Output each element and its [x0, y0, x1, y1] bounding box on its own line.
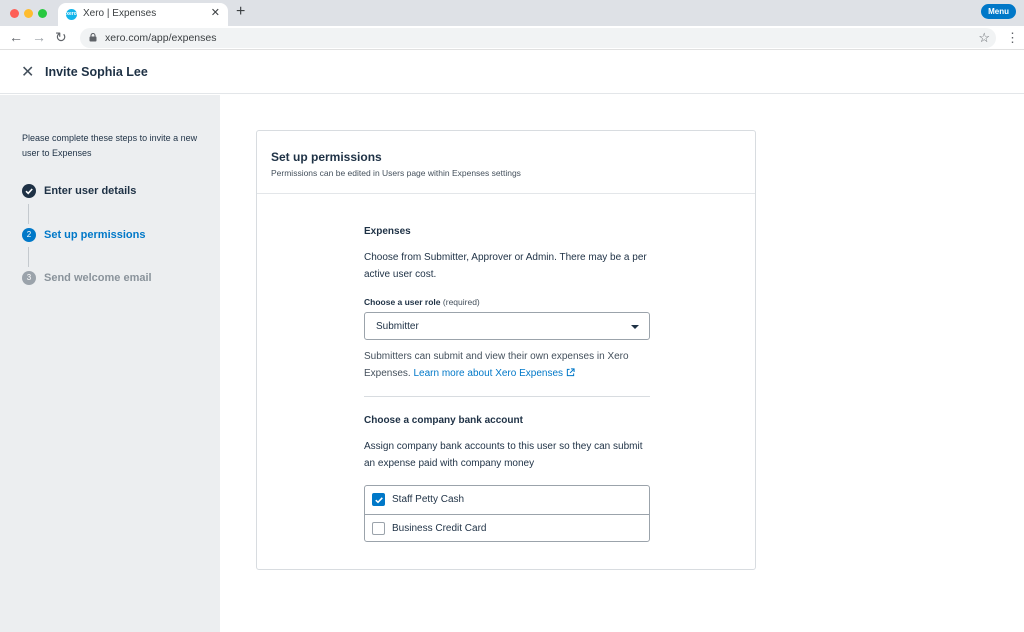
role-field-label: Choose a user role (required)	[364, 297, 480, 307]
learn-more-link[interactable]: Learn more about Xero Expenses	[413, 368, 575, 379]
business-credit-card-checkbox[interactable]	[372, 522, 385, 535]
bank-description: Assign company bank accounts to this use…	[364, 441, 643, 469]
required-indicator: (required)	[442, 297, 480, 307]
browser-toolbar: ← → ↻ xero.com/app/expenses ☆ ⋮	[0, 26, 1024, 50]
bank-account-option[interactable]: Business Credit Card	[365, 514, 649, 542]
bank-account-list: Staff Petty Cash Business Credit Card	[364, 485, 650, 542]
minimize-window-button[interactable]	[24, 9, 33, 18]
step-label: Enter user details	[44, 185, 137, 197]
expenses-description: Choose from Submitter, Approver or Admin…	[364, 252, 647, 280]
step-complete-check-icon	[22, 184, 36, 198]
check-icon	[375, 497, 383, 504]
tab-title: Xero | Expenses	[83, 8, 157, 19]
reload-icon[interactable]: ↻	[55, 29, 67, 46]
menu-button[interactable]: Menu	[981, 4, 1016, 19]
maximize-window-button[interactable]	[38, 9, 47, 18]
address-bar[interactable]: xero.com/app/expenses ☆	[80, 28, 996, 48]
role-label-text: Choose a user role	[364, 297, 441, 307]
learn-more-label: Learn more about Xero Expenses	[413, 368, 564, 379]
forward-arrow-icon[interactable]: →	[32, 29, 46, 45]
bank-account-label: Business Credit Card	[392, 523, 487, 534]
user-role-value: Submitter	[376, 321, 419, 332]
step-label: Set up permissions	[44, 229, 146, 241]
permissions-card: Set up permissions Permissions can be ed…	[256, 130, 756, 570]
step-number: 3	[22, 271, 36, 285]
step-connector	[28, 247, 29, 267]
caret-down-icon	[631, 325, 639, 329]
step-label: Send welcome email	[44, 272, 152, 284]
section-divider	[364, 396, 650, 397]
app-header: ✕ Invite Sophia Lee	[0, 51, 1024, 94]
new-tab-icon[interactable]: +	[236, 3, 245, 21]
browser-tab[interactable]: xero Xero | Expenses ✕	[58, 3, 228, 26]
steps-sidebar: Please complete these steps to invite a …	[0, 95, 220, 632]
card-header: Set up permissions Permissions can be ed…	[257, 131, 755, 194]
browser-titlebar: xero Xero | Expenses ✕ + Menu	[0, 0, 1024, 26]
bank-account-option[interactable]: Staff Petty Cash	[365, 486, 649, 514]
user-role-select[interactable]: Submitter	[364, 312, 650, 340]
role-helper-text: Submitters can submit and view their own…	[364, 348, 654, 382]
browser-menu-icon[interactable]: ⋮	[1006, 30, 1019, 46]
url-text: xero.com/app/expenses	[105, 32, 217, 44]
back-arrow-icon[interactable]: ←	[9, 29, 23, 45]
card-title: Set up permissions	[271, 150, 382, 164]
expenses-section-title: Expenses	[364, 226, 411, 237]
external-link-icon	[566, 368, 575, 377]
sidebar-intro: Please complete these steps to invite a …	[22, 133, 198, 158]
step-connector	[28, 204, 29, 224]
page-title: Invite Sophia Lee	[45, 65, 148, 79]
bank-account-label: Staff Petty Cash	[392, 494, 465, 505]
card-subtitle: Permissions can be edited in Users page …	[271, 168, 521, 178]
close-window-button[interactable]	[10, 9, 19, 18]
step-number: 2	[22, 228, 36, 242]
xero-favicon-icon: xero	[66, 9, 77, 20]
close-icon[interactable]: ✕	[21, 62, 34, 82]
lock-icon	[89, 33, 97, 42]
bank-section-title: Choose a company bank account	[364, 415, 523, 426]
staff-petty-cash-checkbox[interactable]	[372, 493, 385, 506]
bookmark-star-icon[interactable]: ☆	[978, 30, 990, 46]
tab-close-icon[interactable]: ✕	[211, 6, 220, 19]
